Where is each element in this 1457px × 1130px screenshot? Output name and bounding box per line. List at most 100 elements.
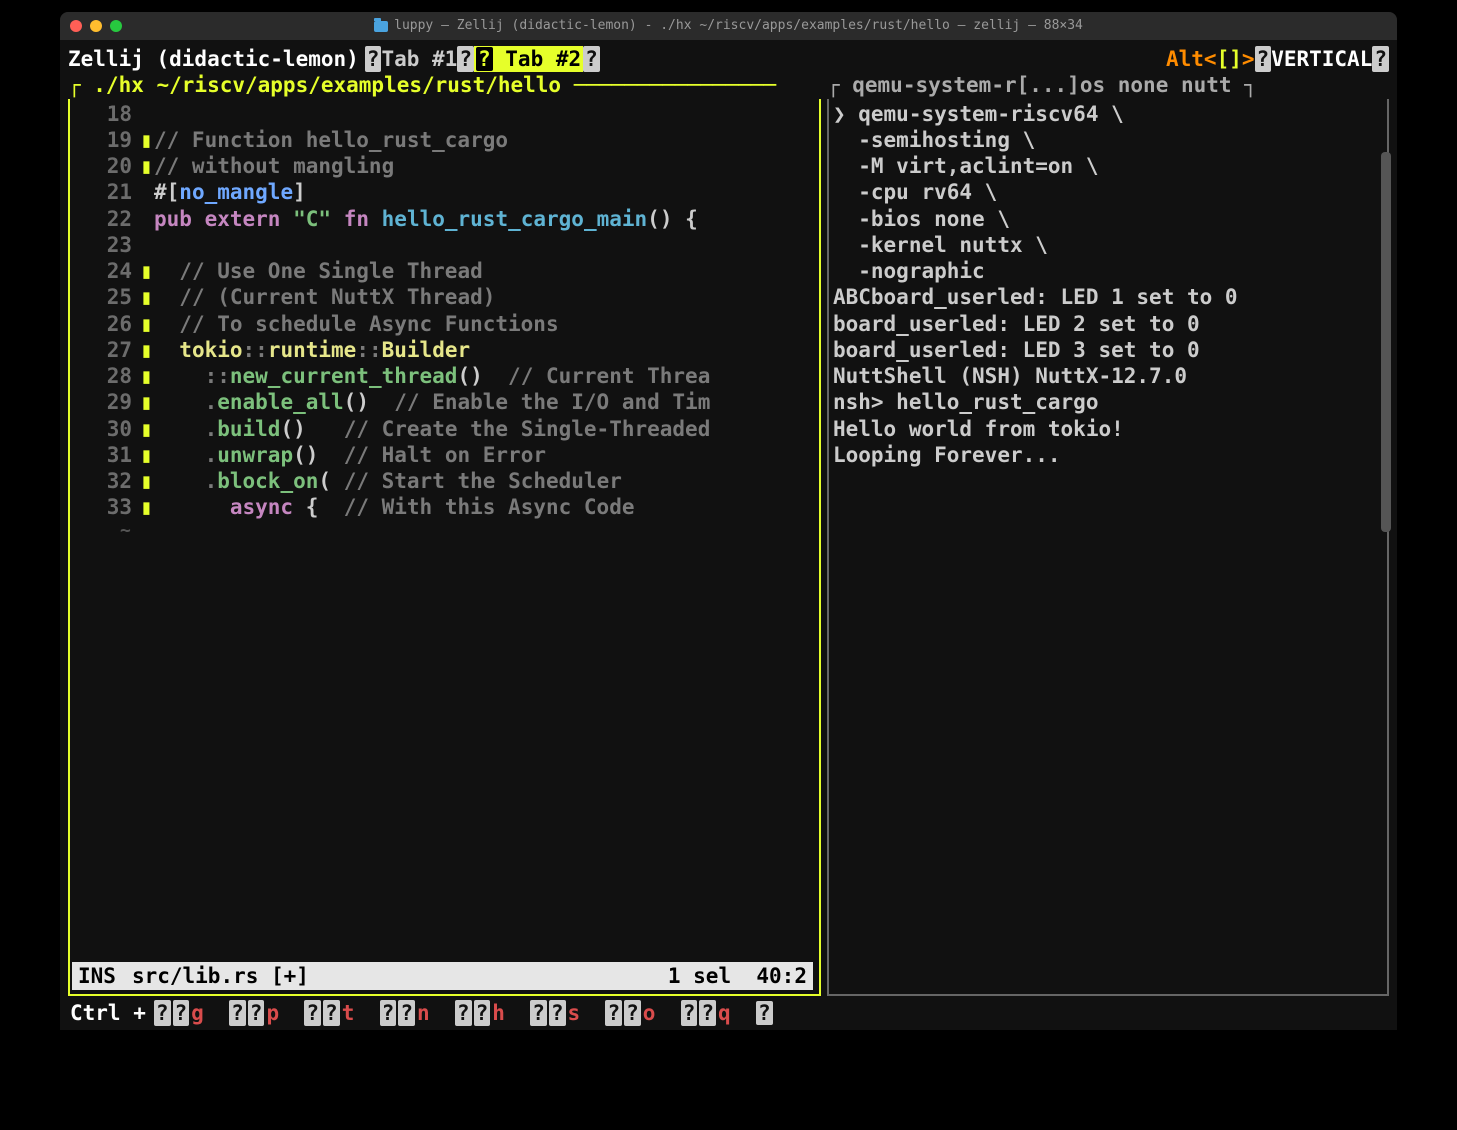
change-marker-icon: ▮ [140,416,154,442]
window-title: luppy — Zellij (didactic-lemon) - ./hx ~… [60,18,1397,34]
line-number: 33 [70,494,140,520]
shortcut-list: ?? g ?? p ?? t ?? n ?? h ?? s ?? o ?? q … [154,1000,773,1026]
terminal-line: board_userled: LED 3 set to 0 [833,337,1383,363]
code-text: #[no_mangle] [154,179,306,205]
shortcut-s[interactable]: ?? s [530,1000,580,1026]
zellij-bottombar: Ctrl + ?? g ?? p ?? t ?? n ?? h ?? s ?? … [68,996,1389,1026]
code-line[interactable]: 23 [70,232,815,258]
change-marker-icon: ▮ [140,494,154,520]
code-line[interactable]: 20▮// without mangling [70,153,815,179]
right-cap-icon: ? [583,46,600,72]
terminal-line: ABCboard_userled: LED 1 set to 0 [833,284,1383,310]
change-marker-icon [140,206,154,232]
editor-content[interactable]: 18 19▮// Function hello_rust_cargo20▮// … [70,101,815,520]
qemu-pane-title: ┌ qemu-system-r[...]os none nutt ┐ [827,72,1389,98]
terminal-line: -semihosting \ [833,127,1383,153]
shortcut-h[interactable]: ?? h [455,1000,505,1026]
change-marker-icon: ▮ [140,468,154,494]
code-line[interactable]: 22 pub extern "C" fn hello_rust_cargo_ma… [70,206,815,232]
change-marker-icon: ▮ [140,258,154,284]
shortcut-g[interactable]: ?? g [154,1000,204,1026]
code-line[interactable]: 28▮ ::new_current_thread() // Current Th… [70,363,815,389]
panes-container: ┌ ./hx ~/riscv/apps/examples/rust/hello … [68,72,1389,996]
code-text: // Use One Single Thread [154,258,483,284]
code-text: // Function hello_rust_cargo [154,127,508,153]
tab-2-active[interactable]: ? Tab #2 [474,46,583,72]
line-number: 28 [70,363,140,389]
code-line[interactable]: 30▮ .build() // Create the Single-Thread… [70,416,815,442]
editor-pane[interactable]: ┌ ./hx ~/riscv/apps/examples/rust/hello … [68,72,821,996]
terminal-line: board_userled: LED 2 set to 0 [833,311,1383,337]
code-line[interactable]: 32▮ .block_on( // Start the Scheduler [70,468,815,494]
line-number: 26 [70,311,140,337]
code-text: .unwrap() // Halt on Error [154,442,546,468]
left-cap-icon: ? [365,46,382,72]
line-number: 21 [70,179,140,205]
code-text: async { // With this Async Code [154,494,634,520]
code-text: .enable_all() // Enable the I/O and Tim [154,389,710,415]
line-number: 32 [70,468,140,494]
change-marker-icon: ▮ [140,389,154,415]
line-number: 30 [70,416,140,442]
editor-statusline: INS src/lib.rs [+] 1 sel 40:2 [72,962,813,990]
code-text: // To schedule Async Functions [154,311,559,337]
shortcut-t[interactable]: ?? t [304,1000,354,1026]
line-number: 27 [70,337,140,363]
code-line[interactable]: 25▮ // (Current NuttX Thread) [70,284,815,310]
code-text: ::new_current_thread() // Current Threa [154,363,710,389]
code-line[interactable]: 33▮ async { // With this Async Code [70,494,815,520]
terminal-line: -cpu rv64 \ [833,179,1383,205]
change-marker-icon [140,101,154,127]
shortcut-o[interactable]: ?? o [605,1000,655,1026]
shortcut-n[interactable]: ?? n [380,1000,430,1026]
scrollbar[interactable] [1381,152,1391,532]
line-number: 31 [70,442,140,468]
focus-indicator: <[]> [1204,46,1255,72]
terminal-line: Looping Forever... [833,442,1383,468]
shortcut-p[interactable]: ?? p [229,1000,279,1026]
code-text: .block_on( // Start the Scheduler [154,468,622,494]
terminal-line: ❯ qemu-system-riscv64 \ [833,101,1383,127]
alt-label: Alt [1166,46,1204,72]
terminal-line: -kernel nuttx \ [833,232,1383,258]
editor-pane-title: ┌ ./hx ~/riscv/apps/examples/rust/hello … [68,72,821,98]
line-number: 22 [70,206,140,232]
folder-icon [374,21,388,32]
code-line[interactable]: 27▮ tokio::runtime::Builder [70,337,815,363]
layout-label: VERTICAL [1271,46,1372,72]
line-number: 29 [70,389,140,415]
change-marker-icon: ▮ [140,284,154,310]
code-text: .build() // Create the Single-Threaded [154,416,710,442]
code-line[interactable]: 26▮ // To schedule Async Functions [70,311,815,337]
code-text: pub extern "C" fn hello_rust_cargo_main(… [154,206,698,232]
tab-1[interactable]: Tab #1 [381,46,457,72]
code-line[interactable]: 19▮// Function hello_rust_cargo [70,127,815,153]
shortcut-q[interactable]: ?? q [681,1000,731,1026]
terminal-line: Hello world from tokio! [833,416,1383,442]
code-line[interactable]: 18 [70,101,815,127]
change-marker-icon: ▮ [140,337,154,363]
code-line[interactable]: 21 #[no_mangle] [70,179,815,205]
zellij-topbar: Zellij (didactic-lemon) ? Tab #1 ? ? Tab… [68,46,1389,72]
terminal-line: -M virt,aclint=on \ [833,153,1383,179]
terminal-line: nsh> hello_rust_cargo [833,389,1383,415]
editor-selection: 1 sel [668,963,731,989]
editor-pane-body: 18 19▮// Function hello_rust_cargo20▮// … [68,99,821,996]
line-number: 19 [70,127,140,153]
terminal-body: Zellij (didactic-lemon) ? Tab #1 ? ? Tab… [60,40,1397,1030]
code-line[interactable]: 31▮ .unwrap() // Halt on Error [70,442,815,468]
terminal-line: -nographic [833,258,1383,284]
editor-mode: INS [78,963,116,989]
qemu-pane-body: ❯ qemu-system-riscv64 \ -semihosting \ -… [827,99,1389,996]
line-number: 23 [70,232,140,258]
zellij-session-label: Zellij (didactic-lemon) [68,46,359,72]
change-marker-icon: ▮ [140,127,154,153]
qemu-output[interactable]: ❯ qemu-system-riscv64 \ -semihosting \ -… [829,101,1383,469]
qemu-pane[interactable]: ┌ qemu-system-r[...]os none nutt ┐ ❯ qem… [827,72,1389,996]
terminal-line: -bios none \ [833,206,1383,232]
ctrl-label: Ctrl + [70,1000,146,1026]
line-number: 25 [70,284,140,310]
code-line[interactable]: 29▮ .enable_all() // Enable the I/O and … [70,389,815,415]
change-marker-icon: ▮ [140,442,154,468]
code-line[interactable]: 24▮ // Use One Single Thread [70,258,815,284]
